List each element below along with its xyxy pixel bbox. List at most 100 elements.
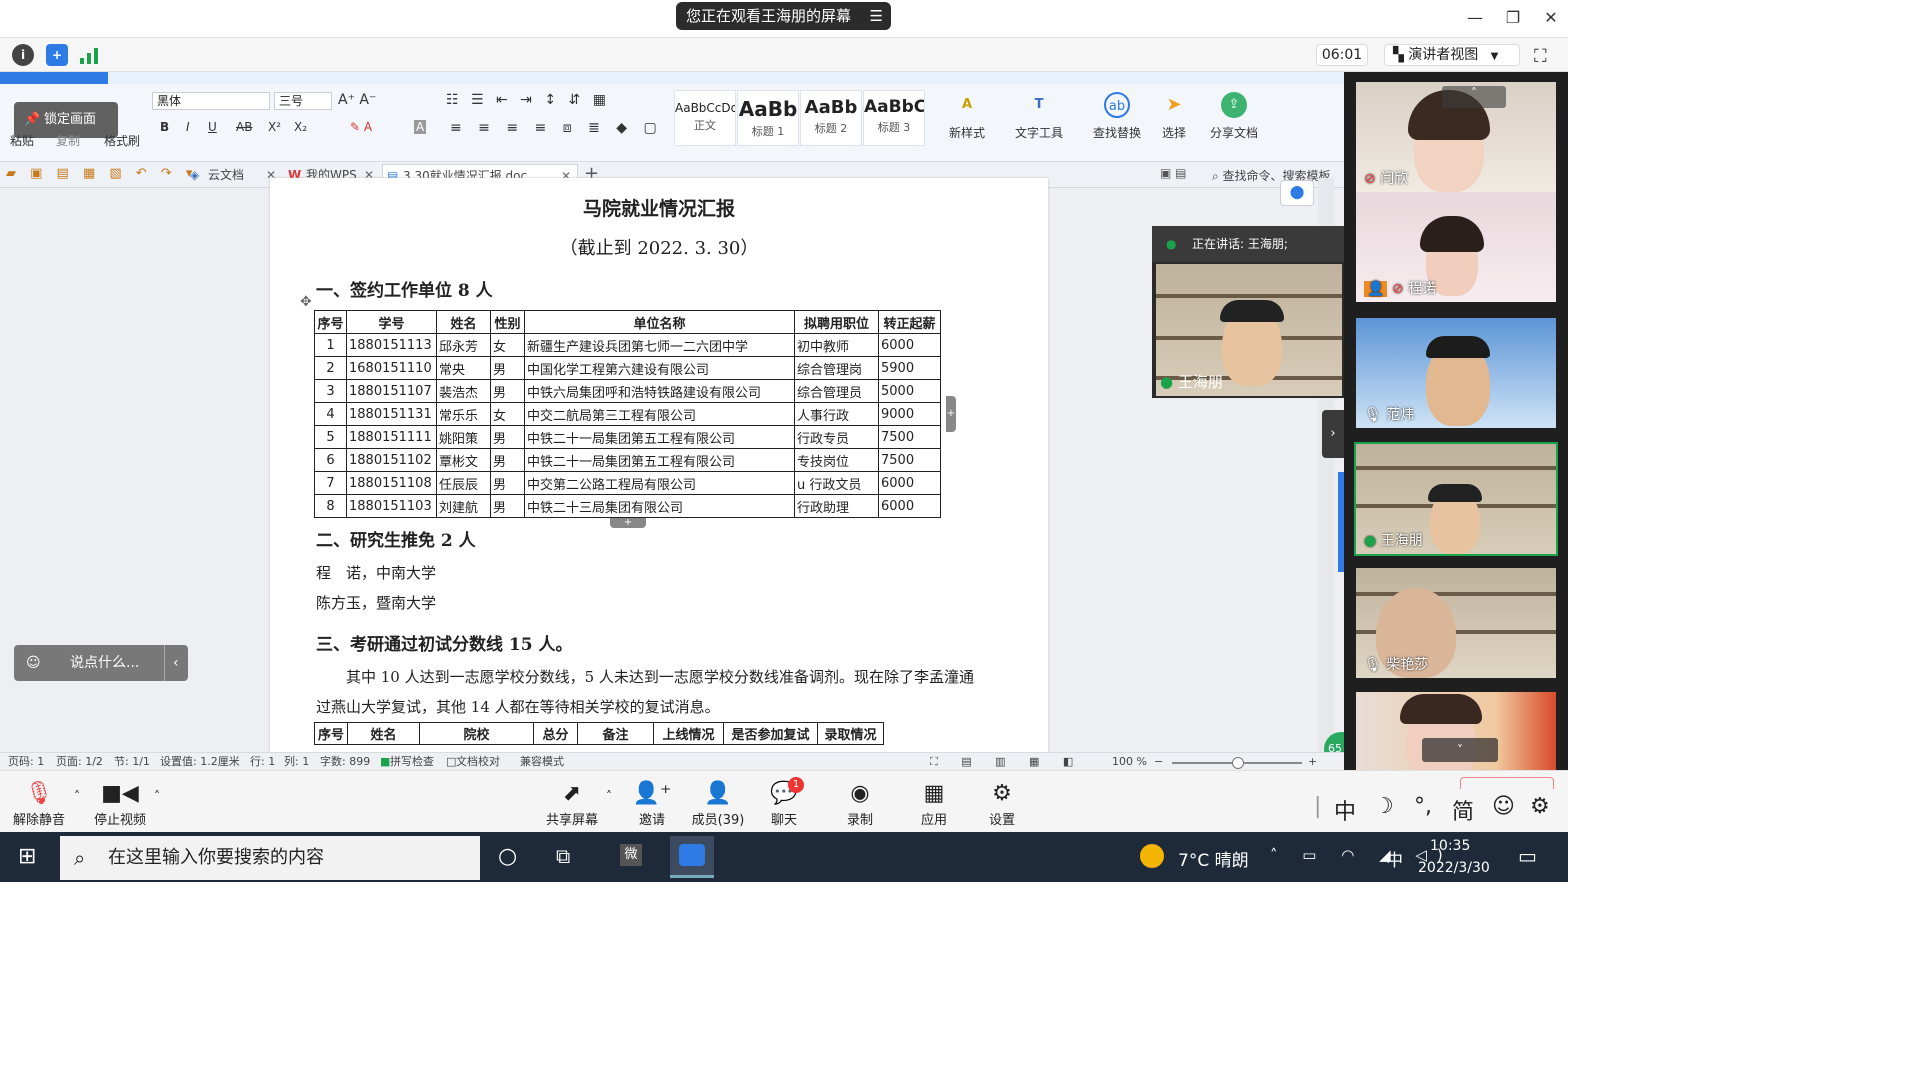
participant-tile[interactable]: 🎙 范炜 <box>1356 318 1556 428</box>
superscript-button[interactable]: X² <box>268 120 281 134</box>
chevron-up-icon[interactable]: ˄ <box>1442 86 1506 108</box>
cortana-icon[interactable]: ○ <box>498 844 517 869</box>
table-move-handle-icon[interactable]: ✥ <box>300 294 312 310</box>
style-heading-2[interactable]: AaBb 标题 2 <box>800 90 862 146</box>
status-spell[interactable]: 拼写检查 <box>390 753 434 771</box>
participant-tile[interactable]: ˅ <box>1356 692 1556 770</box>
table-cell: 男 <box>490 425 525 449</box>
zoom-slider-handle[interactable] <box>1232 757 1244 769</box>
chevron-up-icon[interactable]: ˄ <box>74 789 80 803</box>
participant-tile[interactable]: ˄ ⊘ 闫欣 <box>1356 82 1556 192</box>
close-button[interactable]: ✕ <box>1536 6 1566 30</box>
info-icon[interactable]: i <box>12 44 34 66</box>
collapse-panel-icon[interactable]: › <box>1322 410 1344 458</box>
select-button[interactable]: ➤ 选择 <box>1154 92 1194 141</box>
status-proof[interactable]: 文档校对 <box>456 753 500 771</box>
font-size-select[interactable]: 三号 <box>274 92 332 110</box>
ime-lang[interactable]: 中 <box>1334 794 1356 826</box>
panel-icons[interactable]: ▣ ▤ <box>1160 166 1187 180</box>
shield-icon[interactable]: + <box>46 44 68 66</box>
participant-tile[interactable]: 👤 ⊘ 程诺 <box>1356 192 1556 302</box>
participant-tile[interactable]: 🎙 柴艳莎 <box>1356 568 1556 678</box>
font-grow-icon[interactable]: A⁺ A⁻ <box>338 92 376 108</box>
style-normal[interactable]: AaBbCcDd 正文 <box>674 90 736 146</box>
windows-start-icon[interactable]: ⊞ <box>18 844 36 869</box>
app-icon[interactable]: 微 <box>620 844 642 866</box>
copy-button[interactable]: 复制 <box>56 132 80 149</box>
clock-date[interactable]: 2022/3/30 <box>1418 860 1490 876</box>
participant-name: ⊘ 闫欣 <box>1364 168 1408 188</box>
new-style-button[interactable]: A 新样式 <box>942 92 992 141</box>
strikethrough-button[interactable]: AB <box>236 120 252 134</box>
signal-icon[interactable] <box>80 46 100 64</box>
text-tool-button[interactable]: T 文字工具 <box>1008 92 1070 141</box>
taskbar-search[interactable]: ⌕ 在这里输入你要搜索的内容 <box>60 836 480 880</box>
punctuation-icon[interactable]: °, <box>1414 794 1432 819</box>
doc-line: 陈方玉，暨南大学 <box>316 594 437 612</box>
emoji-icon[interactable]: ☺ <box>1492 794 1515 819</box>
unmute-button[interactable]: 🎙 解除静音 <box>10 779 68 828</box>
share-doc-button[interactable]: ⇪ 分享文档 <box>1206 92 1262 141</box>
quick-access-icons[interactable]: ▰ ▣ ▤ ▦ ▧ ↶ ↷ ▾ <box>6 166 197 181</box>
align-icon[interactable]: ≡ ≡ ≡ ≡ ⧈ ≣ ◆ ▢ <box>450 120 663 136</box>
share-screen-button[interactable]: ⬈ 共享屏幕 <box>542 779 602 828</box>
clock-time[interactable]: 10:35 <box>1430 838 1470 854</box>
moon-icon[interactable]: ☽ <box>1374 794 1394 819</box>
format-brush-button[interactable]: 格式刷 <box>104 132 140 149</box>
highlight-icon[interactable]: ✎ A <box>350 120 372 134</box>
fullscreen-icon[interactable]: ⛶ <box>1534 46 1547 67</box>
underline-button[interactable]: U <box>208 120 217 134</box>
minimize-button[interactable]: — <box>1460 6 1490 30</box>
record-icon: ◉ <box>850 781 870 806</box>
document-page[interactable]: 马院就业情况汇报 （截止到 2022. 3. 30） 一、签约工作单位 8 人 … <box>270 178 1048 770</box>
restore-button[interactable]: ❐ <box>1498 6 1528 30</box>
chevron-down-icon[interactable]: ˅ <box>1422 738 1498 762</box>
apps-button[interactable]: ▦ 应用 <box>914 779 954 828</box>
add-row-icon[interactable]: + <box>610 518 646 528</box>
chevron-left-icon[interactable]: ‹ <box>164 645 179 681</box>
meeting-app-taskbar[interactable] <box>670 836 714 878</box>
emoji-icon[interactable]: ☺ <box>26 645 41 681</box>
chevron-up-icon[interactable]: ˄ <box>606 789 612 803</box>
members-button[interactable]: 👤 成员(39) <box>690 779 746 828</box>
invite-button[interactable]: 👤⁺ 邀请 <box>630 779 674 828</box>
style-heading-1[interactable]: AaBb 标题 1 <box>737 90 799 146</box>
tab-cloud-docs[interactable]: ◈ 云文档 ✕ <box>188 164 280 186</box>
participant-tile-active[interactable]: ● 王海朋 <box>1354 442 1558 556</box>
location-pin-icon[interactable]: ⬤ <box>1280 180 1314 206</box>
list-icon[interactable]: ☰ <box>870 2 883 30</box>
italic-button[interactable]: I <box>186 120 190 134</box>
chevron-down-icon: ▼ <box>1490 51 1499 62</box>
font-name-select[interactable]: 黑体 <box>152 92 270 110</box>
weather-text[interactable]: 7°C 晴朗 <box>1178 846 1249 871</box>
find-replace-button[interactable]: ab 查找替换 <box>1086 92 1148 141</box>
paste-button[interactable]: 粘贴 <box>10 132 34 149</box>
table-cell: 7 <box>314 471 347 495</box>
chevron-up-icon[interactable]: ˄ <box>154 789 160 803</box>
stop-video-button[interactable]: ■◀ 停止视频 <box>90 779 150 828</box>
active-speaker-window[interactable]: ● 正在讲话: 王海朋; ● 王海朋 <box>1152 226 1344 398</box>
table-cell: 9000 <box>878 402 941 426</box>
simplified-icon[interactable]: 简 <box>1452 794 1474 826</box>
gear-icon[interactable]: ⚙ <box>1530 794 1550 819</box>
table-row: 2 1680151110 常央男中国化学工程第六建设有限公司 综合管理岗 5900 <box>314 356 941 380</box>
view-mode-icons[interactable]: ⛶ ▤ ▥ ▦ ◧ <box>930 753 1083 771</box>
settings-button[interactable]: ⚙ 设置 <box>982 779 1022 828</box>
style-heading-3[interactable]: AaBbC 标题 3 <box>863 90 925 146</box>
zoom-in-icon[interactable]: + <box>1308 753 1317 771</box>
subscript-button[interactable]: X₂ <box>294 120 307 134</box>
add-column-icon[interactable]: + <box>946 396 956 432</box>
view-mode-dropdown[interactable]: ▚ 演讲者视图 ▼ <box>1384 44 1520 66</box>
zoom-out-icon[interactable]: − <box>1154 753 1163 771</box>
char-shading-icon[interactable]: A <box>414 120 427 134</box>
taskbar-ime[interactable]: 中 <box>1386 846 1403 871</box>
task-view-icon[interactable]: ⧉ <box>556 844 570 868</box>
bold-button[interactable]: B <box>160 120 169 134</box>
zoom-slider[interactable] <box>1172 757 1302 769</box>
notification-icon[interactable]: ▭ <box>1518 844 1537 868</box>
table-cell: 1880151131 <box>346 402 437 426</box>
chat-button[interactable]: 💬 聊天 1 <box>764 777 804 828</box>
chat-input[interactable]: ☺ 说点什么... ‹ <box>14 645 188 681</box>
record-button[interactable]: ◉ 录制 <box>840 779 880 828</box>
list-icon[interactable]: ☷ ☰ ⇤ ⇥ ↕ ⇵ ▦ <box>446 92 610 108</box>
